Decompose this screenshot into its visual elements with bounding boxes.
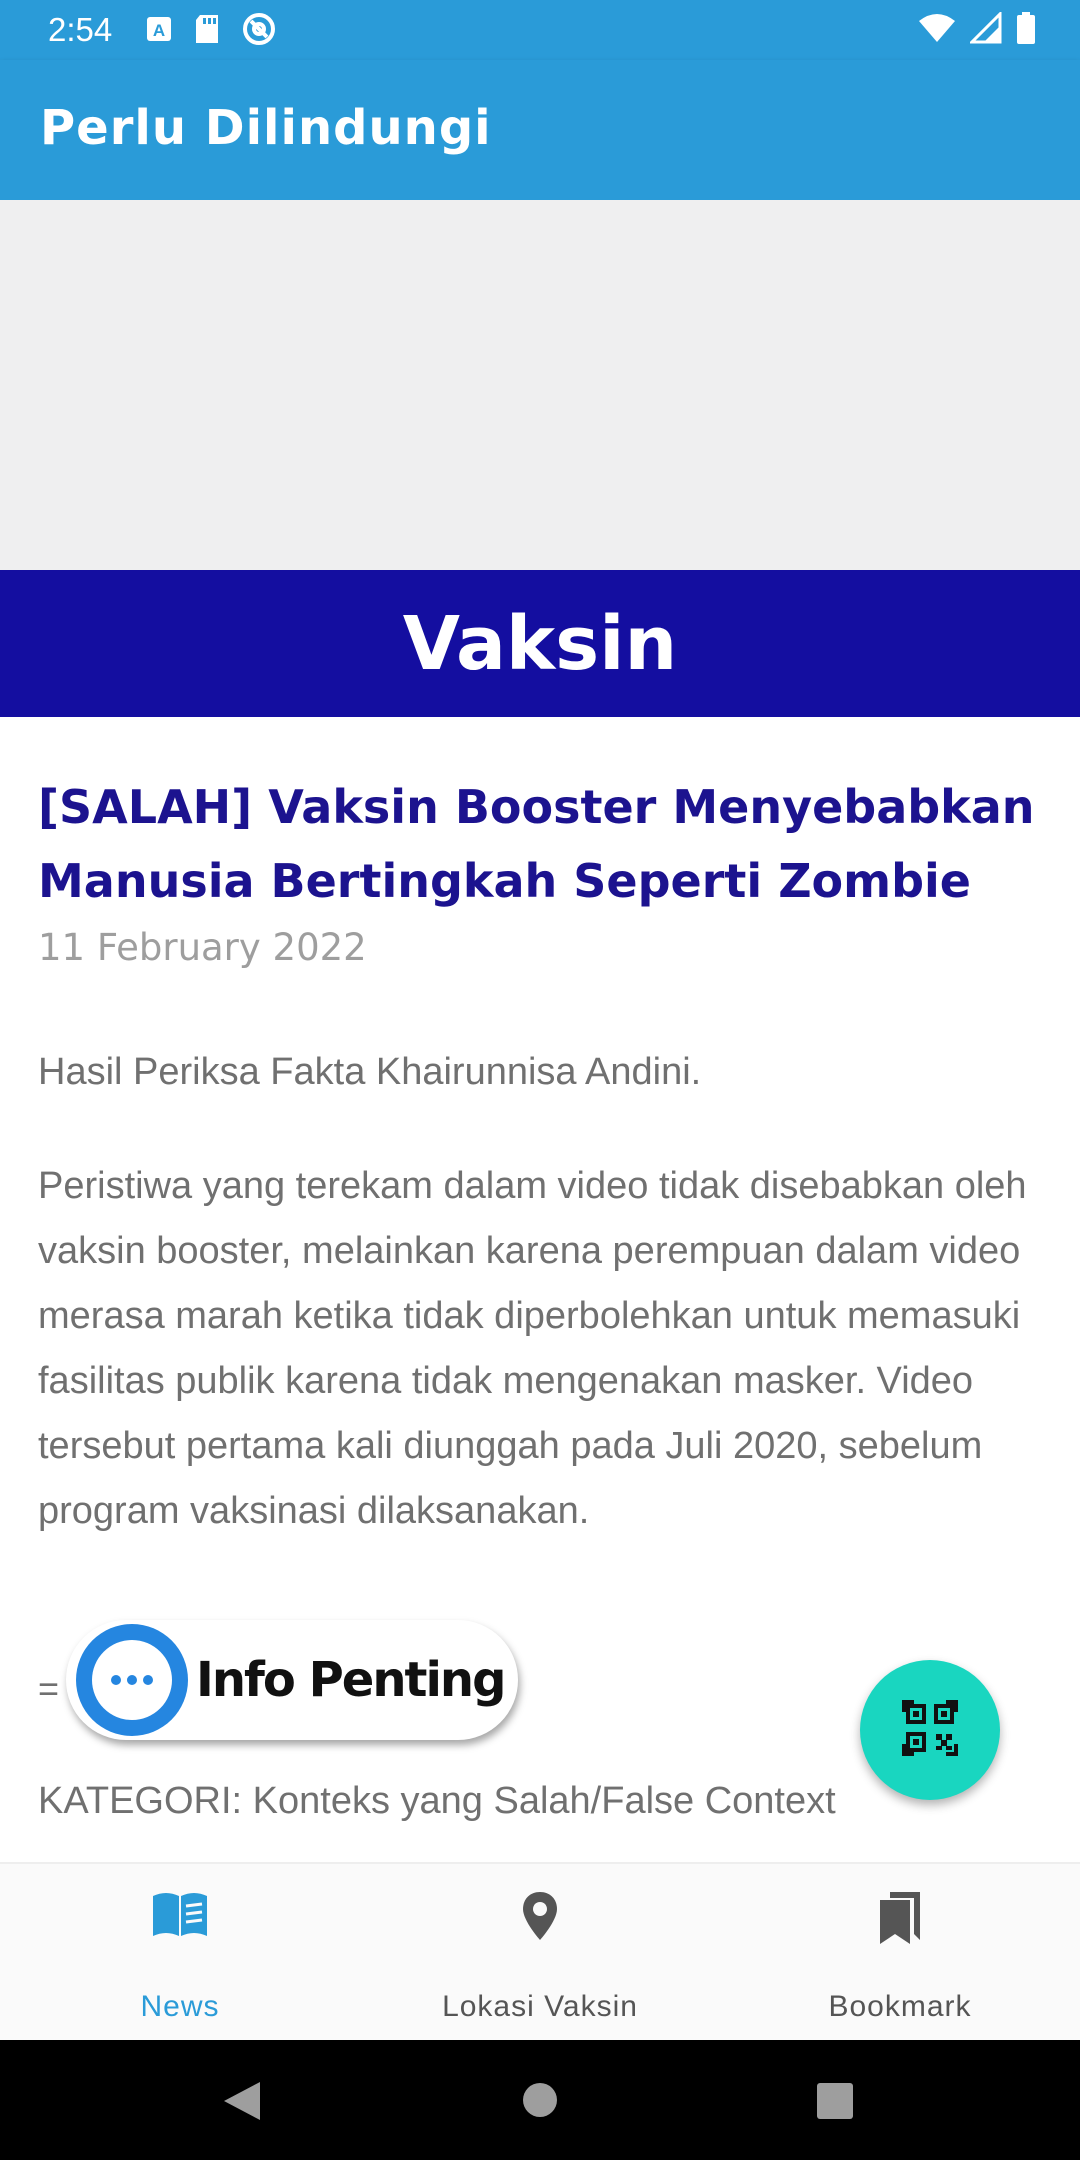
category-label: Vaksin bbox=[402, 600, 678, 687]
nav-label-news: News bbox=[140, 1990, 220, 2023]
book-icon bbox=[150, 1890, 210, 1945]
nav-item-bookmark[interactable]: Bookmark bbox=[720, 1864, 1080, 2042]
location-pin-icon bbox=[520, 1890, 560, 1947]
article-date: 11 February 2022 bbox=[38, 926, 367, 969]
home-icon[interactable] bbox=[522, 2082, 558, 2123]
svg-text:A: A bbox=[153, 21, 165, 40]
status-time: 2:54 bbox=[48, 11, 113, 48]
font-a-icon: A bbox=[146, 16, 172, 47]
nav-item-lokasi-vaksin[interactable]: Lokasi Vaksin bbox=[360, 1864, 720, 2042]
article-paragraph: Hasil Periksa Fakta Khairunnisa Andini. bbox=[38, 1051, 702, 1093]
back-icon[interactable] bbox=[222, 2080, 262, 2127]
info-penting-button[interactable]: Info Penting bbox=[66, 1620, 518, 1740]
wifi-icon bbox=[918, 13, 956, 48]
nav-item-news[interactable]: News bbox=[0, 1864, 360, 2042]
battery-icon bbox=[1016, 12, 1036, 49]
at-sign-icon bbox=[242, 12, 276, 51]
status-system-icons bbox=[918, 10, 1036, 49]
status-bar: 2:54 A bbox=[0, 0, 1080, 60]
category-banner: Vaksin bbox=[0, 570, 1080, 717]
qr-scan-button[interactable] bbox=[860, 1660, 1000, 1800]
sd-card-icon bbox=[194, 14, 220, 49]
bookmark-icon bbox=[876, 1890, 924, 1951]
more-dots-icon bbox=[76, 1624, 188, 1736]
system-nav-bar bbox=[0, 2040, 1080, 2160]
nav-label-bookmark: Bookmark bbox=[828, 1990, 972, 2023]
status-notification-icons: A bbox=[146, 12, 276, 51]
recents-icon[interactable] bbox=[816, 2082, 854, 2125]
signal-icon bbox=[968, 10, 1002, 49]
article-kategori: KATEGORI: Konteks yang Salah/False Conte… bbox=[38, 1780, 836, 1822]
article-hero-image bbox=[0, 200, 1080, 570]
nav-label-lokasi-vaksin: Lokasi Vaksin bbox=[442, 1990, 638, 2023]
article-title: [SALAH] Vaksin Booster Menyebabkan Manus… bbox=[38, 780, 1035, 908]
article-body: Hasil Periksa Fakta Khairunnisa Andini. … bbox=[38, 1040, 1038, 1593]
app-bar: Perlu Dilindungi bbox=[0, 60, 1080, 200]
article-header: [SALAH] Vaksin Booster Menyebabkan Manus… bbox=[38, 770, 1038, 969]
bottom-nav: News Lokasi Vaksin Bookmark bbox=[0, 1862, 1080, 2040]
article-paragraph: Peristiwa yang terekam dalam video tidak… bbox=[38, 1165, 1027, 1532]
info-penting-label: Info Penting bbox=[196, 1652, 506, 1708]
app-title: Perlu Dilindungi bbox=[40, 100, 492, 156]
article-partial-line: = bbox=[38, 1668, 60, 1709]
qr-scan-icon bbox=[902, 1699, 958, 1761]
